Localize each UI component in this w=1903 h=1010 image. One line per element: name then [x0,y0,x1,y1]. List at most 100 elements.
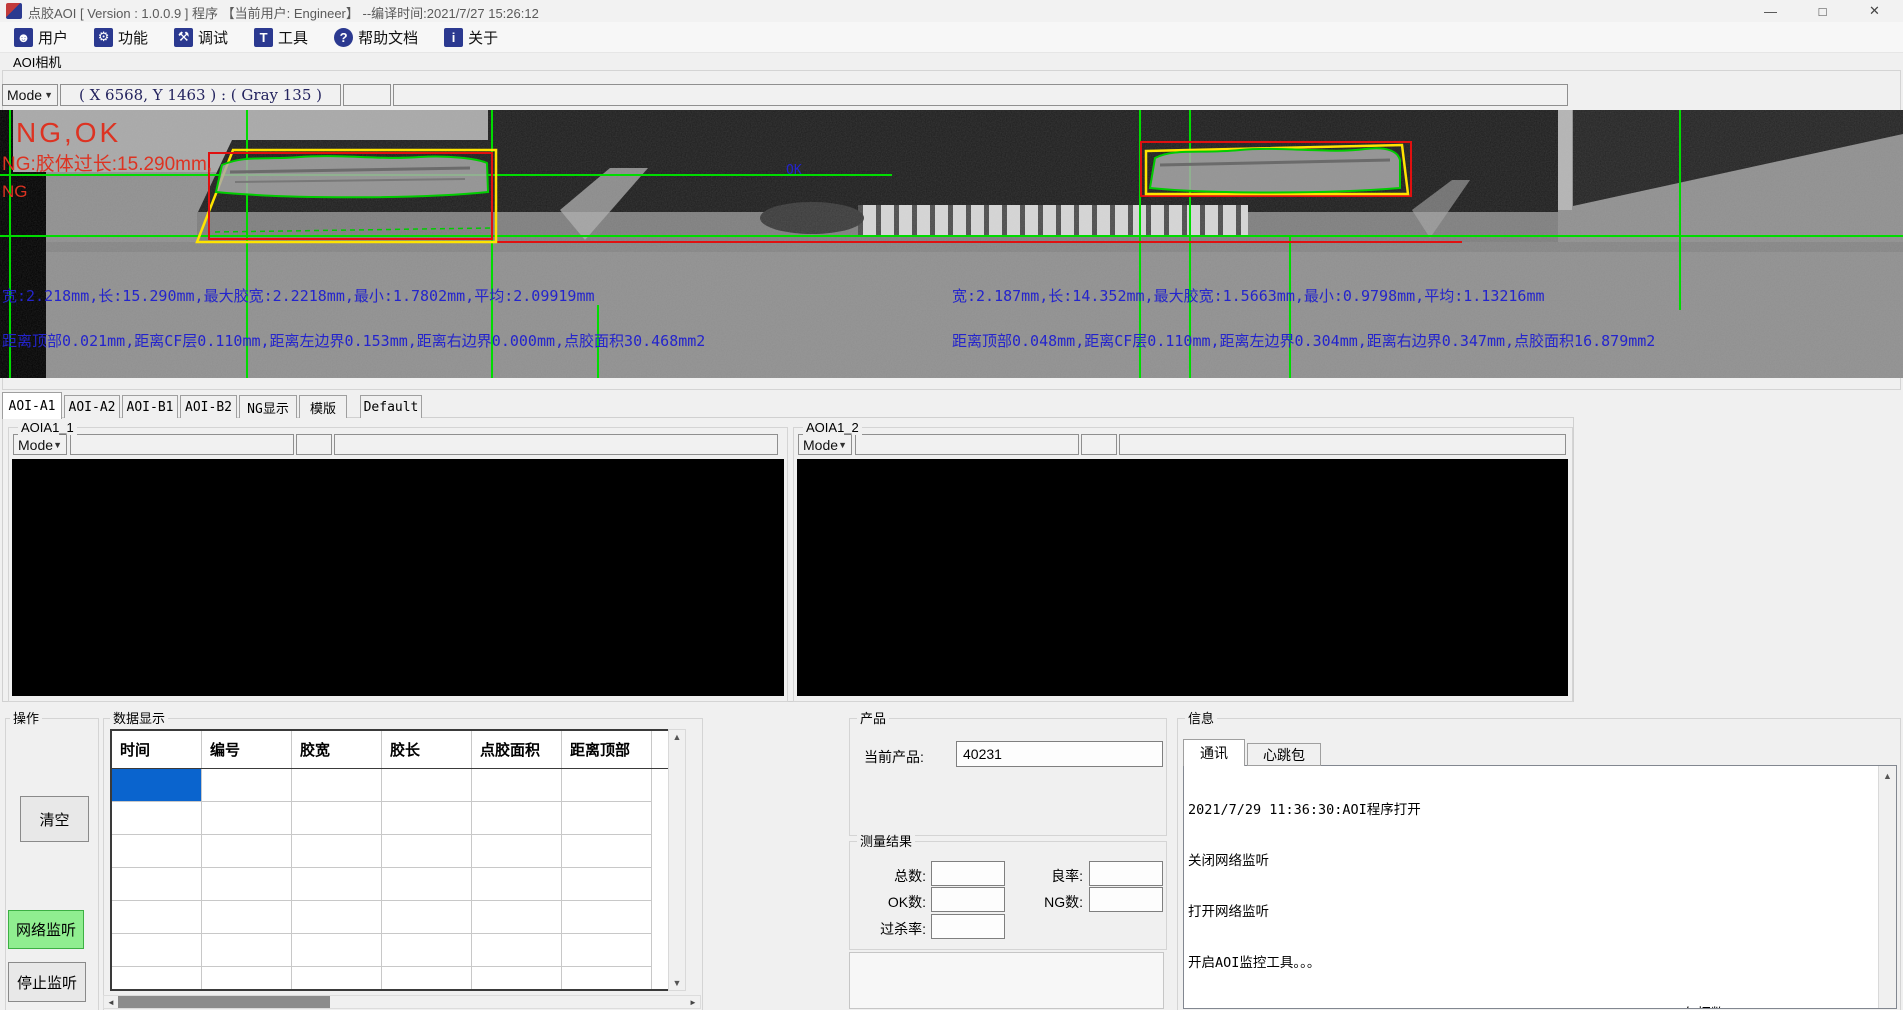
table-cell[interactable] [292,901,382,934]
table-cell[interactable] [202,769,292,802]
table-cell[interactable] [202,802,292,835]
table-vertical-scrollbar[interactable]: ▲ ▼ [668,729,686,991]
table-cell[interactable] [472,901,562,934]
aoia1-2-field-2[interactable] [1081,434,1117,455]
camera-image[interactable]: NG,OK NG:胶体过长:15.290mm, NG OK 宽:2.218mm,… [0,110,1903,378]
column-header-id[interactable]: 编号 [202,731,292,768]
tab-aoi-a1[interactable]: AOI-A1 [2,392,62,419]
table-cell[interactable] [202,868,292,901]
tab-aoi-b2[interactable]: AOI-B2 [180,395,237,418]
log-area[interactable]: 2021/7/29 11:36:30:AOI程序打开 关闭网络监听 打开网络监听… [1183,765,1897,1009]
table-cell[interactable] [292,967,382,991]
tab-default[interactable]: Default [360,395,422,418]
log-vertical-scrollbar[interactable]: ▲ [1878,766,1896,1008]
table-cell[interactable] [112,868,202,901]
menu-item-help[interactable]: ? 帮助文档 [328,25,424,50]
table-cell[interactable] [562,901,652,934]
total-count-field[interactable] [931,861,1005,886]
column-header-glue-length[interactable]: 胶长 [382,731,472,768]
table-cell[interactable] [562,769,652,802]
table-cell[interactable] [292,868,382,901]
tab-aoi-b1[interactable]: AOI-B1 [122,395,178,418]
clear-button[interactable]: 清空 [20,796,89,842]
table-cell[interactable] [292,769,382,802]
aoia1-2-mode-select[interactable]: Mode ▼ [798,434,852,455]
column-header-glue-width[interactable]: 胶宽 [292,731,382,768]
aoia1-1-mode-select[interactable]: Mode ▼ [13,434,67,455]
camera-mode-select[interactable]: Mode ▼ [2,84,58,106]
table-cell[interactable] [202,967,292,991]
aoia1-1-field-3[interactable] [334,434,778,455]
table-cell[interactable] [472,934,562,967]
aoia1-1-field-2[interactable] [296,434,332,455]
table-cell[interactable] [292,835,382,868]
column-header-glue-area[interactable]: 点胶面积 [472,731,562,768]
camera-coords-field[interactable]: ( X 6568, Y 1463 ) : ( Gray 135 ) [60,84,341,106]
menu-item-user[interactable]: ☻ 用户 [8,25,74,50]
tab-template[interactable]: 模版 [299,395,347,418]
network-listen-button[interactable]: 网络监听 [8,910,84,949]
aoia1-2-field-1[interactable] [855,434,1079,455]
aoia1-1-image[interactable] [12,459,784,696]
table-cell[interactable] [562,868,652,901]
table-cell[interactable] [382,802,472,835]
camera-field-long[interactable] [393,84,1568,106]
scroll-right-icon[interactable]: ► [686,996,700,1008]
table-cell[interactable] [472,967,562,991]
tab-aoi-a2[interactable]: AOI-A2 [64,395,120,418]
table-cell[interactable] [382,934,472,967]
table-cell[interactable] [202,901,292,934]
table-cell[interactable] [562,835,652,868]
table-cell[interactable] [112,802,202,835]
maximize-button[interactable]: □ [1800,0,1845,22]
titlebar[interactable]: 点胶AOI [ Version : 1.0.0.9 ] 程序 【当前用户: En… [0,0,1903,23]
table-cell[interactable] [562,934,652,967]
table-cell[interactable] [382,901,472,934]
camera-field-small[interactable] [343,84,391,106]
column-header-dist-top[interactable]: 距离顶部 [562,731,652,768]
table-cell[interactable] [112,967,202,991]
aoia1-2-field-3[interactable] [1119,434,1566,455]
menu-item-function[interactable]: ⚙ 功能 [88,25,154,50]
table-cell[interactable] [472,868,562,901]
column-header-time[interactable]: 时间 [112,731,202,768]
table-cell[interactable] [382,835,472,868]
tab-ng-display[interactable]: NG显示 [239,395,297,418]
table-cell[interactable] [292,934,382,967]
close-button[interactable]: ✕ [1852,0,1897,22]
minimize-button[interactable]: — [1748,0,1793,22]
tab-heartbeat[interactable]: 心跳包 [1247,743,1321,766]
table-cell[interactable] [202,835,292,868]
table-cell[interactable] [382,967,472,991]
table-cell[interactable] [292,802,382,835]
table-cell[interactable] [382,868,472,901]
current-product-field[interactable]: 40231 [956,741,1163,767]
table-cell[interactable] [202,934,292,967]
scroll-left-icon[interactable]: ◄ [104,996,118,1008]
scroll-down-icon[interactable]: ▼ [673,976,682,990]
menu-item-about[interactable]: i 关于 [438,25,504,50]
aoia1-1-field-1[interactable] [70,434,294,455]
table-cell[interactable] [112,835,202,868]
table-cell[interactable] [112,934,202,967]
table-cell[interactable] [472,835,562,868]
ok-count-field[interactable] [931,887,1005,912]
scroll-up-icon[interactable]: ▲ [673,730,682,744]
ng-count-field[interactable] [1089,887,1163,912]
stop-listen-button[interactable]: 停止监听 [8,962,86,1002]
table-cell[interactable] [112,769,202,802]
table-horizontal-scrollbar[interactable]: ◄ ► [103,995,701,1009]
scrollbar-thumb[interactable] [118,996,330,1008]
tab-comm[interactable]: 通讯 [1183,739,1245,766]
overkill-rate-field[interactable] [931,914,1005,939]
menu-item-debug[interactable]: ⚒ 调试 [168,25,234,50]
table-cell[interactable] [472,802,562,835]
table-cell[interactable] [472,769,562,802]
table-cell[interactable] [112,901,202,934]
aoia1-2-image[interactable] [797,459,1568,696]
table-cell[interactable] [382,769,472,802]
table-cell[interactable] [562,967,652,991]
scroll-up-icon[interactable]: ▲ [1883,769,1892,1008]
yield-rate-field[interactable] [1089,861,1163,886]
table-cell[interactable] [562,802,652,835]
